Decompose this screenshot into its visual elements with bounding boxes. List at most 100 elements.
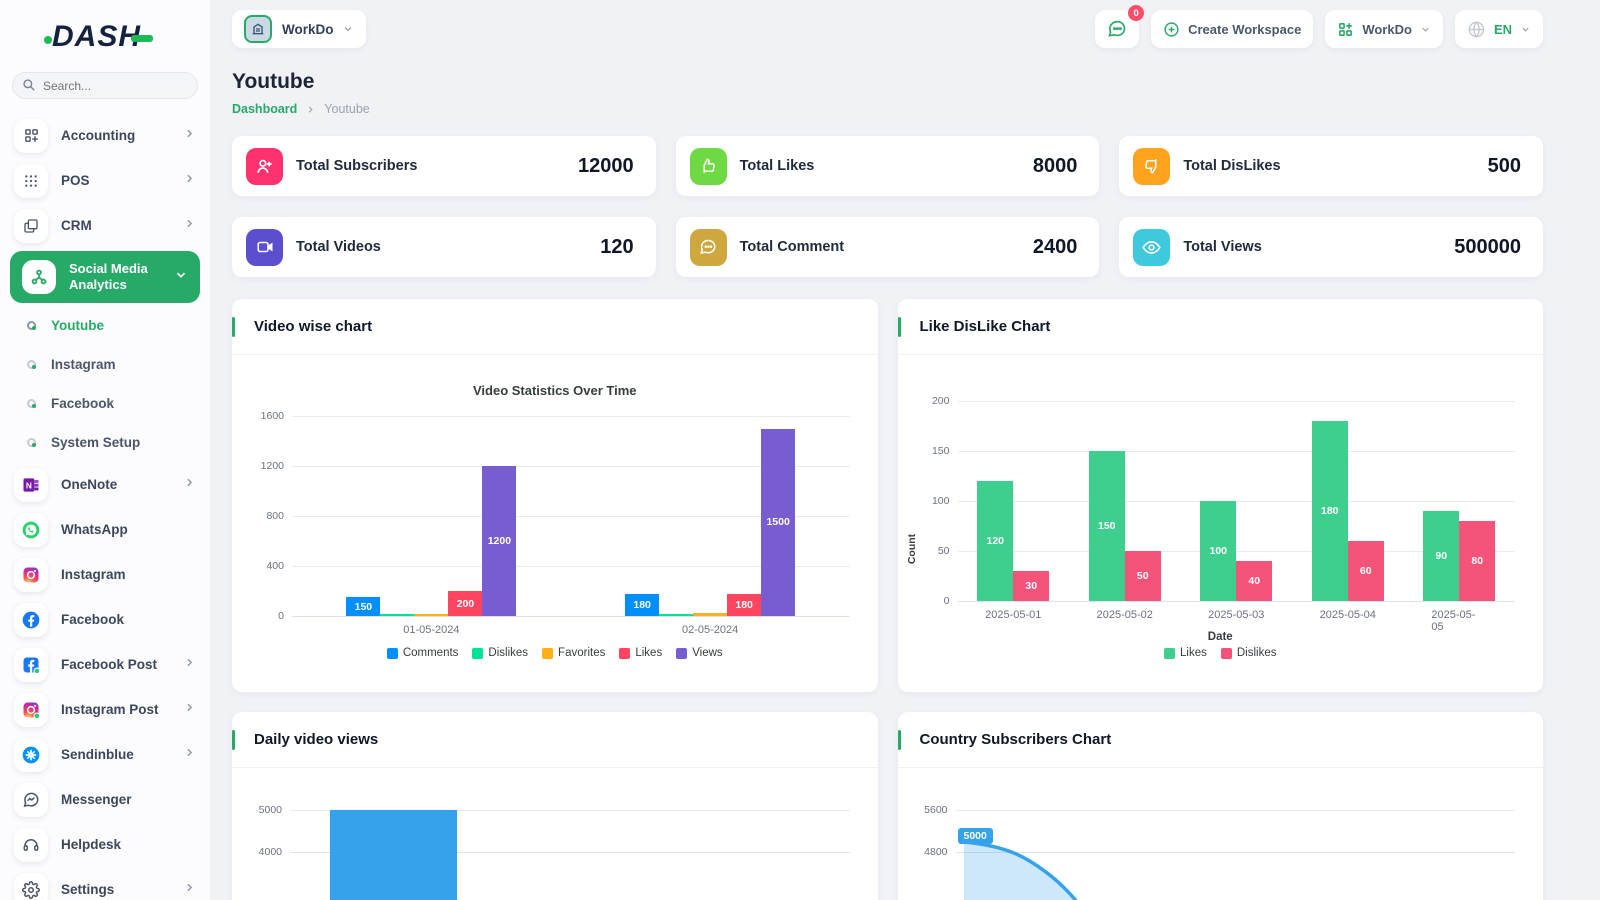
chevron-down-icon <box>174 268 188 287</box>
bar-value-label: 1500 <box>766 516 789 528</box>
stat-label: Total Videos <box>296 239 381 255</box>
sidebar-item-instagram-post[interactable]: Instagram Post <box>0 687 210 732</box>
instagram-post-icon <box>14 693 48 727</box>
messages-button[interactable]: 0 <box>1095 10 1139 48</box>
bar-likes: 150 <box>1089 451 1125 601</box>
sendinblue-icon <box>14 738 48 772</box>
bar-views: 1500 <box>761 429 795 617</box>
sidebar-subitem-label: Facebook <box>51 396 114 411</box>
sidebar-item-crm[interactable]: CRM <box>0 203 210 248</box>
bar-value-label: 180 <box>633 599 651 611</box>
card-title: Video wise chart <box>254 318 372 335</box>
chat-bubble-icon <box>1107 19 1127 39</box>
gridline: 1600 <box>292 416 850 417</box>
like-dislike-chart-card: Like DisLike Chart Count 200150100500120… <box>898 299 1544 692</box>
page-title: Youtube <box>232 70 1543 94</box>
bullet-icon <box>27 438 36 447</box>
language-selector[interactable]: EN <box>1455 10 1543 48</box>
search-input[interactable] <box>12 72 198 99</box>
stats-grid: Total Subscribers12000Total Likes8000Tot… <box>232 136 1543 277</box>
sidebar-subitem-system-setup[interactable]: System Setup <box>0 423 210 462</box>
breadcrumb-dashboard-link[interactable]: Dashboard <box>232 102 297 116</box>
x-axis-labels: 2025-05-012025-05-022025-05-032025-05-04… <box>958 609 1516 625</box>
bar-value-label: 100 <box>1209 545 1227 557</box>
sidebar-item-instagram[interactable]: Instagram <box>0 552 210 597</box>
country-subscribers-plot: 56004800 5000 <box>956 810 1516 900</box>
bar-favorites <box>414 614 448 617</box>
sidebar-item-facebook[interactable]: Facebook <box>0 597 210 642</box>
chevron-down-icon <box>1520 24 1531 35</box>
accounting-icon <box>14 119 48 153</box>
sidebar-item-social-media-analytics[interactable]: Social Media Analytics <box>10 251 200 303</box>
card-title: Country Subscribers Chart <box>920 731 1112 748</box>
stat-value: 2400 <box>1033 236 1078 259</box>
bar-dislikes: 50 <box>1125 551 1161 601</box>
legend-swatch <box>619 648 630 659</box>
gridline: 0 <box>958 601 1516 602</box>
gridline: 0 <box>292 616 850 617</box>
instagram-icon <box>14 558 48 592</box>
chart-title: Video Statistics Over Time <box>232 383 878 398</box>
globe-icon <box>1467 20 1486 39</box>
sidebar-subitem-facebook[interactable]: Facebook <box>0 384 210 423</box>
bar-dislikes: 60 <box>1348 541 1384 601</box>
bar-comments: 150 <box>346 597 380 616</box>
bar-dislikes: 40 <box>1236 561 1272 601</box>
bar-value-label: 60 <box>1360 565 1372 577</box>
sidebar-item-label: WhatsApp <box>61 522 128 537</box>
sidebar-item-messenger[interactable]: Messenger <box>0 777 210 822</box>
y-tick-label: 100 <box>932 495 950 507</box>
bar-comments: 180 <box>625 594 659 617</box>
bar-likes: 90 <box>1423 511 1459 601</box>
sidebar-item-onenote[interactable]: NOneNote <box>0 462 210 507</box>
sidebar-item-pos[interactable]: POS <box>0 158 210 203</box>
create-workspace-label: Create Workspace <box>1188 22 1301 37</box>
gridline: 150 <box>958 451 1516 452</box>
card-title: Daily video views <box>254 731 378 748</box>
card-title: Like DisLike Chart <box>920 318 1051 335</box>
onenote-icon: N <box>14 468 48 502</box>
sidebar: DASH AccountingPOSCRMSocial Media Analyt… <box>0 0 210 900</box>
y-tick-label: 1600 <box>261 410 284 422</box>
workdo-apps-button[interactable]: WorkDo <box>1325 10 1443 48</box>
bar-value-label: 150 <box>1098 520 1116 532</box>
svg-text:N: N <box>26 480 32 490</box>
sidebar-item-helpdesk[interactable]: Helpdesk <box>0 822 210 867</box>
y-tick-label: 1200 <box>261 460 284 472</box>
y-tick-label: 150 <box>932 445 950 457</box>
stat-card-total-subscribers: Total Subscribers12000 <box>232 136 656 196</box>
messages-badge: 0 <box>1128 5 1144 21</box>
legend-swatch <box>542 648 553 659</box>
sidebar-item-label: Sendinblue <box>61 747 134 762</box>
chevron-right-icon <box>183 656 196 674</box>
legend-item-dislikes: Dislikes <box>1221 647 1277 659</box>
workspace-avatar <box>244 15 272 43</box>
create-workspace-button[interactable]: Create Workspace <box>1151 10 1313 48</box>
country-subscribers-card: Country Subscribers Chart 56004800 5000 <box>898 712 1544 900</box>
workspace-selector[interactable]: WorkDo <box>232 10 366 48</box>
sidebar-subitem-youtube[interactable]: Youtube <box>0 306 210 345</box>
sidebar-item-label: Settings <box>61 882 114 897</box>
sidebar-item-sendinblue[interactable]: Sendinblue <box>0 732 210 777</box>
sidebar-item-accounting[interactable]: Accounting <box>0 113 210 158</box>
sidebar-item-whatsapp[interactable]: WhatsApp <box>0 507 210 552</box>
x-tick-label: 02-05-2024 <box>682 624 738 636</box>
crm-icon <box>14 209 48 243</box>
legend-swatch <box>472 648 483 659</box>
language-label: EN <box>1494 22 1512 37</box>
legend-item-likes: Likes <box>1164 647 1207 659</box>
bar-group: 12030 <box>977 481 1049 601</box>
chevron-right-icon <box>305 104 316 115</box>
chevron-right-icon <box>183 217 196 235</box>
chart-legend: Likes Dislikes <box>898 647 1544 659</box>
chevron-right-icon <box>183 881 196 899</box>
chevron-right-icon <box>183 172 196 190</box>
chevron-right-icon <box>183 746 196 764</box>
bar-group: 18060 <box>1312 421 1384 601</box>
sidebar-subitem-instagram[interactable]: Instagram <box>0 345 210 384</box>
bar-value-label: 80 <box>1471 555 1483 567</box>
sidebar-item-facebook-post[interactable]: Facebook Post <box>0 642 210 687</box>
stat-value: 500 <box>1488 155 1521 178</box>
legend-swatch <box>676 648 687 659</box>
sidebar-item-settings[interactable]: Settings <box>0 867 210 900</box>
